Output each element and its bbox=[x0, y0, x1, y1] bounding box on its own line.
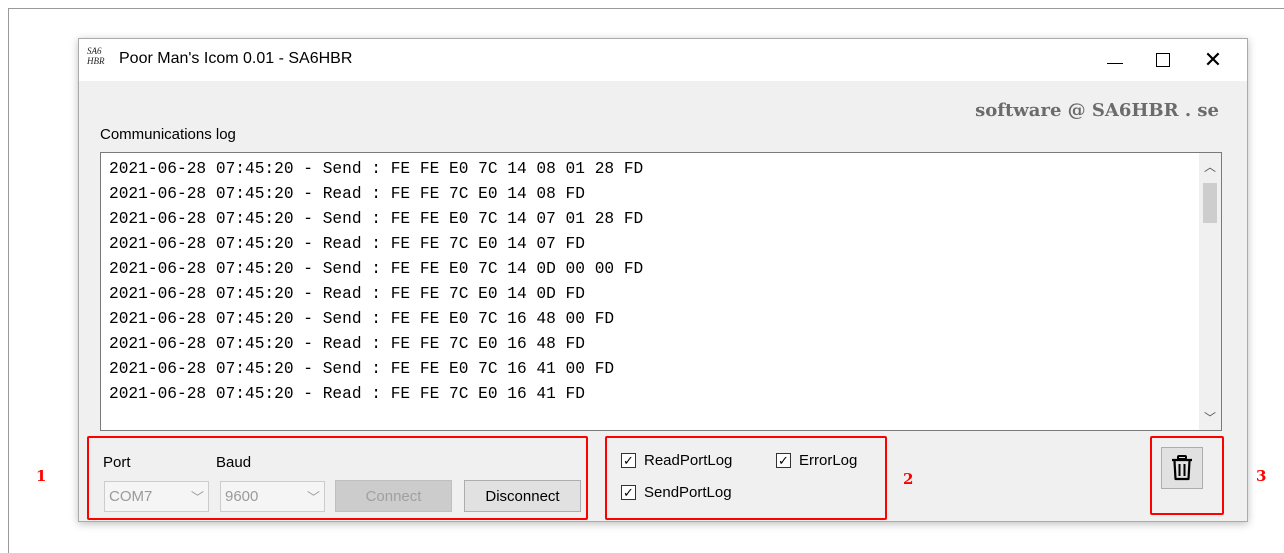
log-line: 2021-06-28 07:45:20 - Send : FE FE E0 7C… bbox=[109, 360, 615, 378]
log-line: 2021-06-28 07:45:20 - Send : FE FE E0 7C… bbox=[109, 260, 644, 278]
callout-number-1: 1 bbox=[36, 467, 47, 485]
log-line: 2021-06-28 07:45:20 - Read : FE FE 7C E0… bbox=[109, 235, 585, 253]
log-lines: 2021-06-28 07:45:20 - Send : FE FE E0 7C… bbox=[109, 157, 643, 407]
app-logo-icon: SA6 HBR bbox=[87, 46, 113, 72]
communications-log[interactable]: 2021-06-28 07:45:20 - Send : FE FE E0 7C… bbox=[100, 152, 1222, 431]
close-button[interactable]: ✕ bbox=[1189, 39, 1237, 81]
app-logo-line2: HBR bbox=[87, 56, 105, 66]
communications-log-label: Communications log bbox=[100, 126, 236, 143]
log-line: 2021-06-28 07:45:20 - Read : FE FE 7C E0… bbox=[109, 285, 585, 303]
scroll-up-arrow-icon[interactable]: ︿ bbox=[1199, 155, 1221, 177]
log-line: 2021-06-28 07:45:20 - Send : FE FE E0 7C… bbox=[109, 310, 615, 328]
maximize-button[interactable] bbox=[1139, 39, 1187, 81]
minimize-icon bbox=[1107, 62, 1123, 64]
title-bar[interactable]: SA6 HBR Poor Man's Icom 0.01 - SA6HBR ✕ bbox=[79, 39, 1247, 81]
log-line: 2021-06-28 07:45:20 - Send : FE FE E0 7C… bbox=[109, 160, 644, 178]
log-line: 2021-06-28 07:45:20 - Read : FE FE 7C E0… bbox=[109, 335, 585, 353]
close-icon: ✕ bbox=[1203, 47, 1223, 72]
callout-number-3: 3 bbox=[1256, 467, 1267, 485]
window-title: Poor Man's Icom 0.01 - SA6HBR bbox=[119, 50, 353, 67]
minimize-button[interactable] bbox=[1091, 39, 1139, 81]
log-line: 2021-06-28 07:45:20 - Read : FE FE 7C E0… bbox=[109, 385, 585, 403]
brand-text: software @ SA6HBR . se bbox=[975, 100, 1219, 121]
callout-box-connection bbox=[87, 436, 588, 520]
app-logo-line1: SA6 bbox=[87, 46, 102, 56]
callout-number-2: 2 bbox=[903, 470, 914, 488]
scroll-thumb[interactable] bbox=[1203, 183, 1217, 223]
log-scrollbar[interactable]: ︿ ﹀ bbox=[1199, 153, 1221, 430]
callout-box-clear bbox=[1150, 436, 1224, 515]
scroll-down-arrow-icon[interactable]: ﹀ bbox=[1199, 406, 1221, 428]
maximize-icon bbox=[1156, 53, 1170, 67]
log-line: 2021-06-28 07:45:20 - Send : FE FE E0 7C… bbox=[109, 210, 644, 228]
callout-box-logging bbox=[605, 436, 887, 520]
log-line: 2021-06-28 07:45:20 - Read : FE FE 7C E0… bbox=[109, 185, 585, 203]
